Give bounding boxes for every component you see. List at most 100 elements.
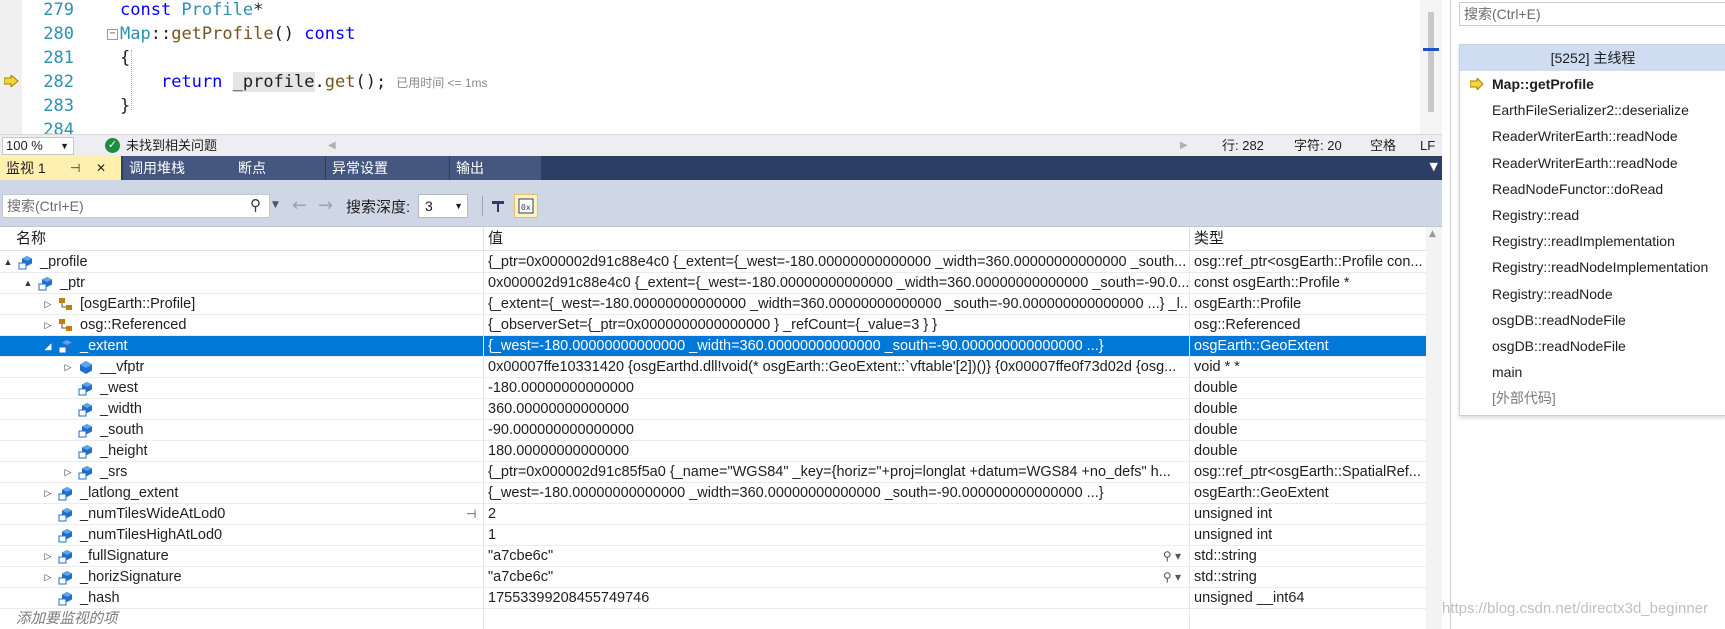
watch-row[interactable]: _width 360.00000000000000 double: [0, 399, 1426, 420]
stack-frame[interactable]: Registry::readNode: [1460, 281, 1725, 307]
eol-indicator[interactable]: LF: [1420, 135, 1435, 156]
search-depth-dropdown[interactable]: 3 ▼: [418, 194, 468, 218]
expander-icon[interactable]: ▲: [22, 273, 34, 294]
watch-name-cell[interactable]: _west: [0, 378, 484, 399]
scroll-left-icon[interactable]: ◀: [328, 135, 336, 156]
watch-row[interactable]: ▲ _profile {_ptr=0x000002d91c88e4c0 {_exte…: [0, 252, 1426, 273]
add-watch-row[interactable]: 添加要监视的项: [0, 609, 1426, 629]
elapsed-time-hint[interactable]: 已用时间 <= 1ms: [396, 76, 487, 90]
watch-row[interactable]: ▷ _fullSignature "a7cbe6c" ⚲ ▾ std::string: [0, 546, 1426, 567]
watch-row[interactable]: ▲ _ptr 0x000002d91c88e4c0 {_extent={_west=…: [0, 273, 1426, 294]
stack-frame[interactable]: EarthFileSerializer2::deserialize: [1460, 97, 1725, 123]
watch-name-cell[interactable]: ▷ _horizSignature: [0, 567, 484, 588]
watch-value-cell[interactable]: [484, 609, 1190, 629]
watch-name-cell[interactable]: _numTilesWideAtLod0 ⊣: [0, 504, 484, 525]
code-text[interactable]: const Profile*: [120, 0, 263, 22]
column-header-value[interactable]: 值: [484, 227, 1190, 251]
watch-name-cell[interactable]: _south: [0, 420, 484, 441]
watch-value-cell[interactable]: 0x00007ffe10331420 {osgEarthd.dll!void(*…: [484, 357, 1190, 378]
code-line[interactable]: 283}: [0, 94, 1420, 118]
watch-row[interactable]: ▷ _latlong_extent {_west=-180.000000000000…: [0, 483, 1426, 504]
watch-row[interactable]: ▷ osg::Referenced {_observerSet={_ptr=0x00…: [0, 315, 1426, 336]
stack-frame[interactable]: [外部代码]: [1460, 385, 1725, 411]
watch-name-cell[interactable]: _height: [0, 441, 484, 462]
expander-icon[interactable]: ▷: [42, 567, 54, 588]
column-header-type[interactable]: 类型: [1190, 227, 1426, 251]
watch-row[interactable]: ▷ _srs {_ptr=0x000002d91c85f5a0 {_name="WG…: [0, 462, 1426, 483]
stack-frame[interactable]: Registry::read: [1460, 202, 1725, 228]
stack-frame[interactable]: main: [1460, 359, 1725, 385]
expander-icon[interactable]: ◢: [42, 336, 54, 357]
expander-icon[interactable]: ▷: [42, 546, 54, 567]
watch-name-cell[interactable]: _width: [0, 399, 484, 420]
watch-value-cell[interactable]: 17553399208455749746: [484, 588, 1190, 609]
tab-breakpoints[interactable]: 断点: [232, 156, 326, 180]
watch-vertical-scrollbar[interactable]: ▲: [1426, 227, 1442, 629]
code-text[interactable]: }: [120, 94, 130, 118]
callstack-search-input[interactable]: 搜索(Ctrl+E): [1459, 2, 1725, 26]
watch-name[interactable]: _fullSignature: [80, 546, 169, 567]
code-editor[interactable]: − 279 const Profile* 280 Map::getProfile() …: [0, 0, 1442, 140]
watch-row[interactable]: ◢ _extent {_west=-180.00000000000000 _widt…: [0, 336, 1426, 357]
zoom-dropdown[interactable]: 100 % ▼: [2, 137, 74, 155]
editor-scroll-thumb[interactable]: [1428, 12, 1434, 112]
visualizer-search-icon[interactable]: ⚲ ▾: [1163, 546, 1181, 567]
watch-value-cell[interactable]: -90.000000000000000: [484, 420, 1190, 441]
code-line[interactable]: 280 Map::getProfile() const: [0, 22, 1420, 46]
close-icon[interactable]: ✕: [96, 156, 106, 180]
pin-icon[interactable]: ⊣: [70, 156, 80, 180]
watch-name-cell[interactable]: 添加要监视的项: [0, 609, 484, 629]
back-arrow-icon[interactable]: ←: [292, 195, 307, 216]
visualizer-search-icon[interactable]: ⚲ ▾: [1163, 567, 1181, 588]
search-icon[interactable]: ⚲: [250, 195, 261, 217]
watch-value-cell[interactable]: {_extent={_west=-180.00000000000000 _wid…: [484, 294, 1190, 315]
watch-name[interactable]: _latlong_extent: [80, 483, 178, 504]
watch-name[interactable]: _numTilesHighAtLod0: [80, 525, 222, 546]
watch-value-cell[interactable]: {_ptr=0x000002d91c88e4c0 {_extent={_west…: [484, 252, 1190, 273]
expander-icon[interactable]: ▷: [62, 462, 74, 483]
pin-icon[interactable]: ⊣: [466, 504, 476, 525]
watch-name[interactable]: _srs: [100, 462, 127, 483]
watch-name-cell[interactable]: ◢ _extent: [0, 336, 484, 357]
watch-row[interactable]: ▷ __vfptr 0x00007ffe10331420 {osgEarthd.dl…: [0, 357, 1426, 378]
watch-name[interactable]: __vfptr: [100, 357, 144, 378]
watch-name-cell[interactable]: ▷ __vfptr: [0, 357, 484, 378]
line-indicator[interactable]: 行: 282: [1222, 135, 1264, 156]
column-header-name[interactable]: 名称: [12, 227, 484, 251]
watch-value-cell[interactable]: {_west=-180.00000000000000 _width=360.00…: [484, 483, 1190, 504]
tab-watch-1[interactable]: 监视 1 ⊣ ✕: [0, 156, 122, 180]
watch-name[interactable]: _hash: [80, 588, 120, 609]
watch-row[interactable]: _numTilesHighAtLod0 1 unsigned int: [0, 525, 1426, 546]
watch-value-cell[interactable]: "a7cbe6c" ⚲ ▾: [484, 546, 1190, 567]
watch-name-cell[interactable]: ▷ [osgEarth::Profile]: [0, 294, 484, 315]
char-indicator[interactable]: 字符: 20: [1294, 135, 1342, 156]
watch-row[interactable]: _numTilesWideAtLod0 ⊣ 2 unsigned int: [0, 504, 1426, 525]
stack-frame[interactable]: ReaderWriterEarth::readNode: [1460, 123, 1725, 149]
watch-name[interactable]: _profile: [40, 252, 88, 273]
chevron-down-icon[interactable]: ▼: [272, 200, 279, 210]
watch-name-cell[interactable]: ▲ _ptr: [0, 273, 484, 294]
code-line[interactable]: 281 {: [0, 46, 1420, 70]
watch-name-cell[interactable]: ▷ _srs: [0, 462, 484, 483]
pin-to-source-button[interactable]: [486, 194, 510, 218]
spacing-indicator[interactable]: 空格: [1370, 135, 1396, 156]
stack-frame[interactable]: osgDB::readNodeFile: [1460, 307, 1725, 333]
watch-name[interactable]: _ptr: [60, 273, 85, 294]
watch-search-input[interactable]: 搜索(Ctrl+E) ⚲: [2, 194, 270, 218]
tab-call-stack[interactable]: 调用堆栈: [123, 156, 250, 180]
expander-icon[interactable]: ▷: [62, 357, 74, 378]
watch-name[interactable]: _horizSignature: [80, 567, 182, 588]
watch-name[interactable]: 添加要监视的项: [16, 609, 118, 629]
watch-value-cell[interactable]: "a7cbe6c" ⚲ ▾: [484, 567, 1190, 588]
tab-overflow-icon[interactable]: ▼: [1430, 160, 1438, 173]
code-text[interactable]: Map::getProfile() const: [120, 22, 355, 46]
stack-frame[interactable]: ReadNodeFunctor::doRead: [1460, 176, 1725, 202]
watch-name-cell[interactable]: ▷ osg::Referenced: [0, 315, 484, 336]
watch-name-cell[interactable]: _hash: [0, 588, 484, 609]
stack-frame[interactable]: ReaderWriterEarth::readNode: [1460, 150, 1725, 176]
scroll-up-icon[interactable]: ▲: [1429, 229, 1436, 239]
watch-value-cell[interactable]: 0x000002d91c88e4c0 {_extent={_west=-180.…: [484, 273, 1190, 294]
forward-arrow-icon[interactable]: →: [318, 195, 333, 216]
watch-name[interactable]: [osgEarth::Profile]: [80, 294, 195, 315]
watch-row[interactable]: ▷ [osgEarth::Profile] {_extent={_west=-180…: [0, 294, 1426, 315]
